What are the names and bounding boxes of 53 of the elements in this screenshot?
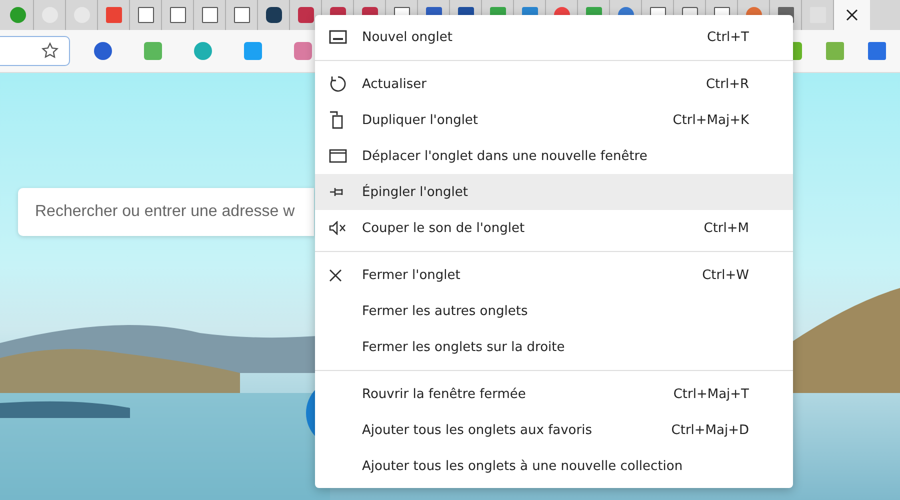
shortcut-label: Ctrl+M: [704, 220, 749, 236]
menu-item-label: Nouvel onglet: [362, 30, 454, 44]
menu-item-label: Rouvrir la fenêtre fermée: [362, 386, 527, 402]
favicon-icon: [234, 7, 250, 23]
close-icon[interactable]: [846, 9, 858, 21]
menu-item-label: Ajouter tous les onglets aux favoris: [362, 422, 593, 438]
refresh-icon: [329, 75, 347, 93]
shortcut-label: Ctrl+W: [702, 268, 749, 282]
favicon-icon: [10, 7, 26, 23]
menu-item[interactable]: Rouvrir la fenêtre fermée Ctrl+Maj+T: [315, 376, 793, 412]
menu-item-label: Épingler l'onglet: [362, 184, 469, 200]
shortcut-label: Ctrl+R: [706, 76, 749, 92]
menu-item-label: Fermer les onglets sur la droite: [362, 340, 566, 354]
menu-item[interactable]: Fermer les onglets sur la droite: [315, 329, 793, 365]
new-tab-icon: [329, 30, 347, 44]
duplicate-icon: [329, 111, 343, 129]
menu-item[interactable]: Dupliquer l'onglet Ctrl+Maj+K: [315, 102, 793, 138]
shortcut-label: Ctrl+Maj+T: [673, 386, 749, 402]
menu-item-label: Déplacer l'onglet dans une nouvelle fenêtre: [362, 148, 648, 164]
favicon-icon: [266, 7, 282, 23]
favicon-icon: [202, 7, 218, 23]
favicon-icon: [106, 7, 122, 23]
menu-item-label: Ajouter tous les onglets à une nouvelle collection: [362, 458, 684, 474]
shortcut-label: Ctrl+T: [707, 30, 749, 44]
tab[interactable]: [834, 0, 870, 30]
menu-item-label: Actualiser: [362, 76, 428, 92]
favicon-icon: [298, 7, 314, 23]
menu-item-label: Fermer l'onglet: [362, 268, 462, 282]
menu-item[interactable]: Ajouter tous les onglets aux favoris Ctrl+Maj+D: [315, 412, 793, 448]
menu-item-label: Fermer les autres onglets: [362, 304, 529, 318]
menu-item[interactable]: Nouvel onglet Ctrl+T: [315, 19, 793, 55]
menu-item[interactable]: Épingler l'onglet: [315, 174, 793, 210]
menu-item[interactable]: Actualiser Ctrl+R: [315, 66, 793, 102]
search-field[interactable]: Rechercher ou entrer une adresse w: [18, 188, 314, 236]
mute-icon: [329, 221, 346, 235]
menu-item[interactable]: Déplacer l'onglet dans une nouvelle fenêtre: [315, 138, 793, 174]
favicon-icon: [138, 7, 154, 23]
close-icon: [329, 268, 342, 282]
address-bar[interactable]: [0, 36, 70, 66]
menu-item[interactable]: Fermer les autres onglets: [315, 293, 793, 329]
menu-item-label: Dupliquer l'onglet: [362, 112, 480, 128]
menu-item-label: Couper le son de l'onglet: [362, 220, 526, 236]
star-icon[interactable]: [41, 42, 59, 60]
menu-item[interactable]: Couper le son de l'onglet Ctrl+M: [315, 210, 793, 246]
favicon-icon: [170, 7, 186, 23]
bookmark-icon[interactable]: [194, 42, 212, 60]
bookmark-icon[interactable]: [94, 42, 112, 60]
bookmark-icon[interactable]: [294, 42, 312, 60]
menu-item[interactable]: Fermer l'onglet Ctrl+W: [315, 257, 793, 293]
shortcut-label: Ctrl+Maj+D: [671, 422, 749, 438]
menu-item[interactable]: Ajouter tous les onglets à une nouvelle collection: [315, 448, 793, 484]
shortcut-label: Ctrl+Maj+K: [672, 112, 749, 128]
window-icon: [329, 149, 347, 163]
